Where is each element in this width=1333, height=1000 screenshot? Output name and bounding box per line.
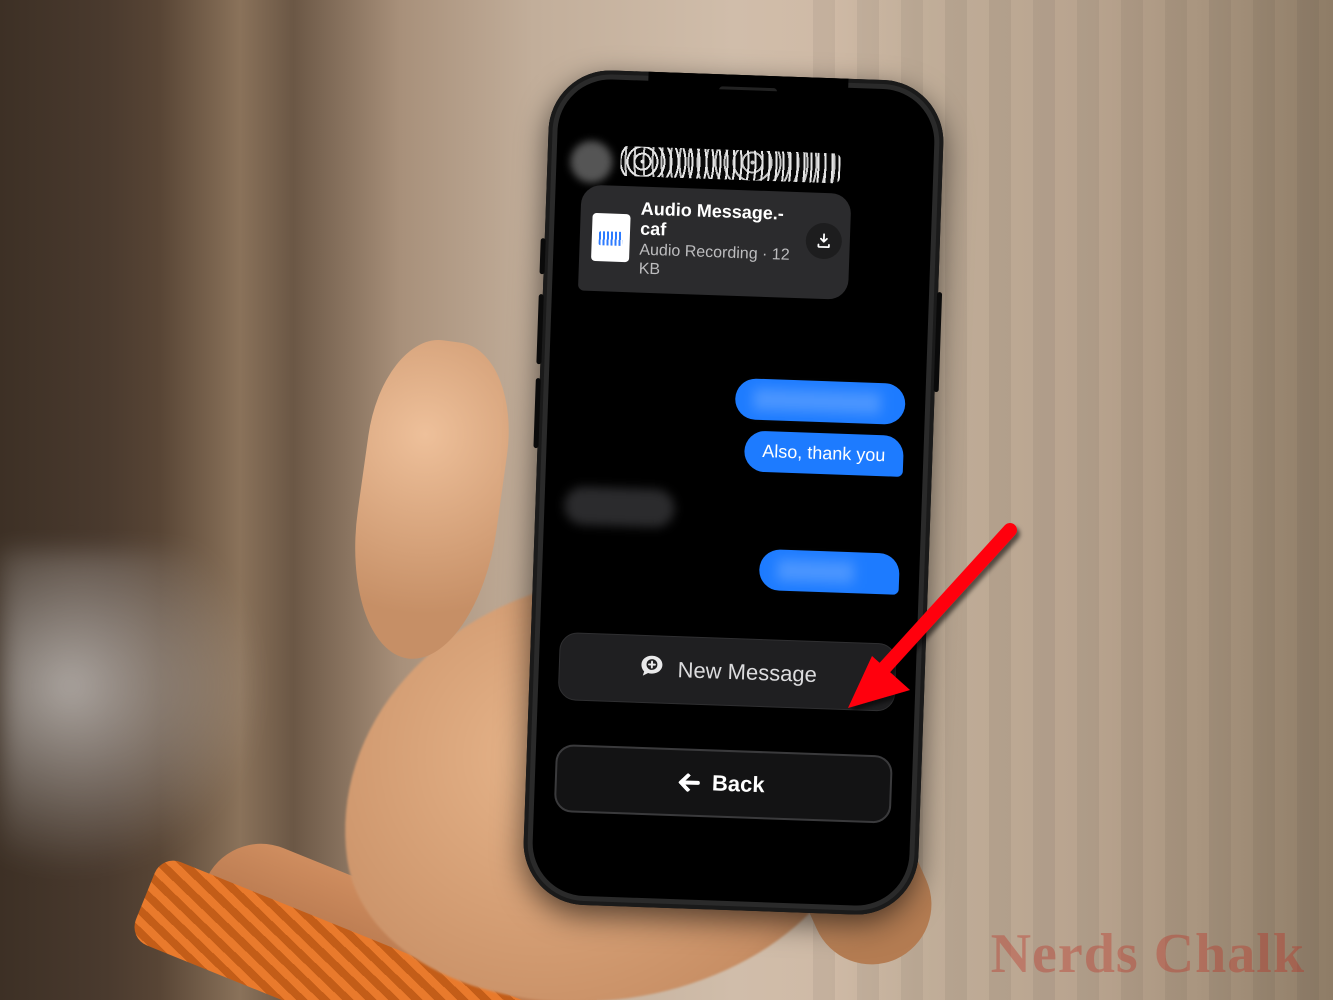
audio-attachment-bubble[interactable]: Audio Message.-caf Audio Recording · 12 … bbox=[578, 185, 852, 300]
arrow-left-icon bbox=[682, 773, 701, 792]
new-message-button[interactable]: New Message bbox=[558, 632, 897, 712]
watermark-text: Nerds Chalk bbox=[991, 922, 1305, 986]
download-button[interactable] bbox=[805, 222, 842, 259]
back-label: Back bbox=[712, 770, 765, 798]
back-button[interactable]: Back bbox=[554, 744, 893, 824]
attachment-title: Audio Message.-caf bbox=[640, 199, 803, 245]
received-message-redacted bbox=[564, 486, 675, 528]
download-icon bbox=[815, 232, 834, 251]
sent-message-redacted: ██████████ bbox=[735, 378, 906, 425]
audio-file-icon bbox=[591, 213, 631, 262]
new-message-label: New Message bbox=[677, 657, 817, 688]
sent-message-redacted-2: ██████ bbox=[759, 549, 900, 595]
attachment-subtitle: Audio Recording · 12 KB bbox=[638, 241, 801, 285]
speech-plus-icon bbox=[637, 652, 666, 687]
contact-name-redacted bbox=[620, 146, 841, 184]
contact-avatar bbox=[570, 140, 613, 183]
carplay-messages-screen: Audio Message.-caf Audio Recording · 12 … bbox=[537, 84, 930, 901]
sent-message: Also, thank you bbox=[744, 430, 904, 477]
sent-message-text: Also, thank you bbox=[762, 441, 886, 465]
iphone-device: Audio Message.-caf Audio Recording · 12 … bbox=[522, 68, 946, 916]
